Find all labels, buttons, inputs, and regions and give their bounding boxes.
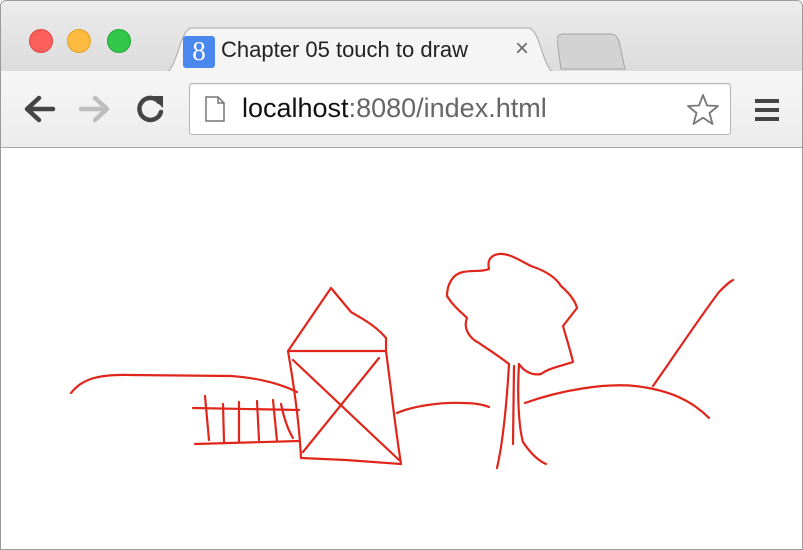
new-tab-button[interactable] bbox=[557, 33, 627, 71]
tab-close-icon[interactable]: × bbox=[511, 35, 533, 63]
bookmark-star-icon[interactable] bbox=[686, 93, 720, 125]
stroke-tree-trunk-inner bbox=[511, 364, 516, 446]
close-window-button[interactable] bbox=[29, 29, 53, 53]
page-icon bbox=[205, 96, 225, 122]
stroke-hill-left bbox=[69, 373, 299, 395]
forward-button[interactable] bbox=[77, 93, 113, 125]
url-path: :8080/index.html bbox=[348, 93, 547, 123]
arrow-left-icon bbox=[24, 95, 56, 123]
stroke-tree-trunk-right bbox=[517, 362, 548, 466]
tab-strip: 8 Chapter 05 touch to draw × bbox=[1, 1, 802, 73]
stroke-house-roof bbox=[286, 286, 388, 353]
minimize-window-button[interactable] bbox=[67, 29, 91, 53]
stroke-fence-post-4 bbox=[255, 399, 261, 442]
address-bar[interactable]: localhost:8080/index.html bbox=[189, 83, 731, 135]
stroke-house-cross-2 bbox=[301, 356, 381, 454]
stroke-fence-post-1 bbox=[203, 394, 211, 442]
arrow-right-icon bbox=[78, 95, 110, 123]
stroke-fence-post-5 bbox=[271, 398, 279, 443]
stroke-fence-post-2 bbox=[221, 402, 226, 444]
tab-title: Chapter 05 touch to draw bbox=[221, 37, 469, 62]
navigation-toolbar: localhost:8080/index.html bbox=[1, 71, 802, 148]
tab-active[interactable]: 8 Chapter 05 touch to draw × bbox=[165, 25, 555, 73]
url-text[interactable]: localhost:8080/index.html bbox=[242, 93, 547, 124]
reload-button[interactable] bbox=[133, 93, 169, 125]
stroke-tree-trunk-left bbox=[495, 362, 511, 470]
stroke-tree-canopy bbox=[445, 252, 579, 376]
maximize-window-button[interactable] bbox=[107, 29, 131, 53]
hamburger-menu-icon bbox=[755, 99, 779, 121]
browser-window: 8 Chapter 05 touch to draw × localhost:8… bbox=[0, 0, 803, 550]
back-button[interactable] bbox=[21, 93, 57, 125]
google-favicon-icon: 8 bbox=[183, 36, 215, 68]
drawing-canvas[interactable] bbox=[1, 148, 802, 549]
stroke-fence-rail-bottom bbox=[193, 439, 301, 446]
menu-button[interactable] bbox=[753, 95, 783, 125]
url-host: localhost bbox=[242, 93, 349, 123]
stroke-hill-middle bbox=[395, 401, 491, 415]
stroke-hill-right bbox=[523, 384, 711, 420]
page-content bbox=[1, 148, 802, 549]
stroke-hill-right-stem bbox=[651, 278, 735, 388]
reload-icon bbox=[137, 95, 164, 123]
